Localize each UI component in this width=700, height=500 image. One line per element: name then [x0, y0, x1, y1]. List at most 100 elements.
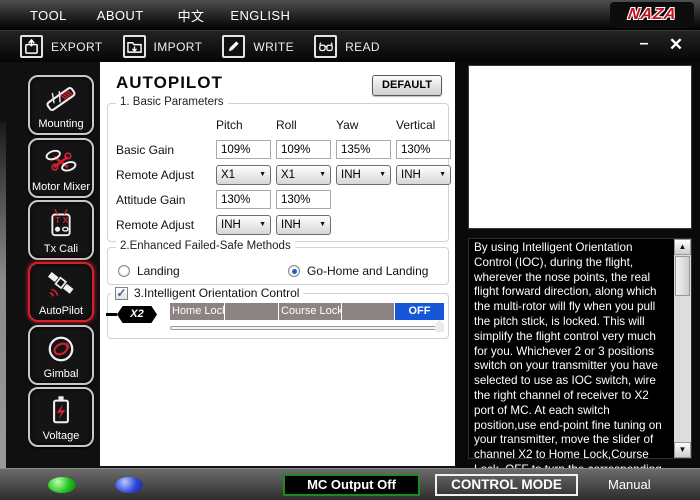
remote-adjust2-label: Remote Adjust	[116, 218, 216, 232]
remote-adjust-roll-select[interactable]: X1▼	[276, 165, 331, 185]
x2-channel-slider[interactable]	[170, 323, 444, 333]
chevron-down-icon: ▼	[379, 171, 386, 178]
autopilot-icon	[30, 267, 92, 305]
chevron-down-icon: ▼	[259, 221, 266, 228]
voltage-icon	[30, 392, 92, 430]
remote-adjust-vertical-select[interactable]: INH▼	[396, 165, 451, 185]
segment-home-lock: Home Lock	[170, 303, 225, 320]
gimbal-icon	[30, 330, 92, 368]
default-button[interactable]: DEFAULT	[372, 75, 442, 96]
autopilot-page: AUTOPILOT DEFAULT 1. Basic Parameters Pi…	[100, 62, 455, 466]
check-icon: ✓	[116, 288, 126, 298]
naza-assistant-window: TOOL ABOUT 中文 ENGLISH NAZA EXPORT IMPORT…	[0, 0, 700, 500]
ioc-checkbox-label: 3.Intelligent Orientation Control	[134, 286, 299, 300]
menu-about[interactable]: ABOUT	[97, 8, 144, 23]
attitude-remote-adjust-roll-select[interactable]: INH▼	[276, 215, 331, 235]
ioc-checkbox[interactable]: ✓	[115, 287, 128, 300]
basic-parameters-group: 1. Basic Parameters Pitch Roll Yaw Verti…	[107, 103, 449, 242]
slider-thumb[interactable]	[435, 320, 444, 332]
basic-gain-yaw-input[interactable]	[336, 140, 391, 159]
menu-english[interactable]: ENGLISH	[230, 8, 290, 23]
x2-line	[106, 313, 117, 316]
basic-gain-roll-input[interactable]	[276, 140, 331, 159]
export-button[interactable]: EXPORT	[20, 35, 103, 58]
scrollbar-thumb[interactable]	[675, 256, 690, 296]
ioc-group: ✓ 3.Intelligent Orientation Control X2 H…	[107, 293, 449, 339]
sidebar-item-motor-mixer[interactable]: Motor Mixer	[28, 138, 94, 198]
attitude-gain-roll-input[interactable]	[276, 190, 331, 209]
export-label: EXPORT	[51, 40, 103, 54]
control-mode-label: CONTROL MODE	[435, 474, 578, 496]
remote-adjust-pitch-select[interactable]: X1▼	[216, 165, 271, 185]
write-label: WRITE	[253, 40, 294, 54]
status-led-blue	[115, 477, 143, 493]
mounting-icon	[30, 80, 92, 118]
x2-badge-label: X2	[117, 306, 157, 323]
read-button[interactable]: READ	[314, 35, 380, 58]
attitude-gain-pitch-input[interactable]	[216, 190, 271, 209]
minimize-button[interactable]: –	[632, 35, 656, 53]
export-icon	[20, 35, 43, 58]
naza-logo: NAZA	[610, 2, 694, 28]
chevron-down-icon: ▼	[319, 171, 326, 178]
status-led-green	[48, 477, 76, 493]
segment-off: OFF	[395, 303, 444, 320]
read-icon	[314, 35, 337, 58]
ioc-segment-bar: Home Lock Course Lock OFF	[170, 303, 444, 320]
write-button[interactable]: WRITE	[222, 35, 294, 58]
import-button[interactable]: IMPORT	[123, 35, 203, 58]
svg-text:T X: T X	[55, 215, 69, 225]
column-header-roll: Roll	[276, 118, 336, 132]
sidebar-item-label: Gimbal	[30, 368, 92, 380]
write-icon	[222, 35, 245, 58]
sidebar: Mounting Motor Mixer T X Tx Cali AutoPil…	[0, 62, 100, 468]
sidebar-item-label: Mounting	[30, 118, 92, 130]
scroll-up-button[interactable]: ▲	[674, 239, 691, 255]
basic-gain-label: Basic Gain	[116, 143, 216, 157]
ioc-description-text: By using Intelligent Orientation Control…	[474, 241, 672, 493]
tx-cali-icon: T X	[30, 205, 92, 243]
sidebar-item-mounting[interactable]: Mounting	[28, 75, 94, 135]
description-scrollbar[interactable]: ▲ ▼	[674, 239, 691, 458]
slider-track	[170, 326, 444, 330]
x2-channel-badge: X2	[106, 306, 157, 323]
segment-blank-2	[342, 303, 395, 320]
basic-parameters-grid: Pitch Roll Yaw Vertical Basic Gain Remot…	[116, 112, 456, 237]
attitude-remote-adjust-pitch-select[interactable]: INH▼	[216, 215, 271, 235]
sidebar-item-voltage[interactable]: Voltage	[28, 387, 94, 447]
sidebar-item-label: AutoPilot	[30, 305, 92, 317]
basic-parameters-legend: 1. Basic Parameters	[116, 96, 228, 108]
menu-chinese[interactable]: 中文	[178, 6, 205, 25]
failsafe-option-go-home[interactable]: Go-Home and Landing	[288, 264, 428, 278]
menu-tool[interactable]: TOOL	[30, 8, 67, 23]
sidebar-item-autopilot[interactable]: AutoPilot	[28, 262, 94, 322]
radio-icon	[118, 265, 130, 277]
segment-course-lock: Course Lock	[279, 303, 342, 320]
read-label: READ	[345, 40, 380, 54]
sidebar-item-label: Tx Cali	[30, 243, 92, 255]
menu-bar: TOOL ABOUT 中文 ENGLISH NAZA	[0, 0, 700, 30]
basic-gain-pitch-input[interactable]	[216, 140, 271, 159]
import-icon	[123, 35, 146, 58]
failsafe-group: 2.Enhanced Failed-Safe Methods Landing G…	[107, 247, 449, 285]
column-header-yaw: Yaw	[336, 118, 396, 132]
close-button[interactable]: ✕	[664, 35, 688, 55]
import-label: IMPORT	[154, 40, 203, 54]
failsafe-legend: 2.Enhanced Failed-Safe Methods	[116, 240, 295, 252]
column-header-vertical: Vertical	[396, 118, 456, 132]
column-header-pitch: Pitch	[216, 118, 276, 132]
failsafe-option-landing[interactable]: Landing	[118, 264, 180, 278]
sidebar-item-label: Voltage	[30, 430, 92, 442]
right-panel: By using Intelligent Orientation Control…	[455, 62, 700, 468]
segment-blank-1	[225, 303, 279, 320]
chevron-down-icon: ▼	[259, 171, 266, 178]
ioc-legend: ✓ 3.Intelligent Orientation Control	[111, 286, 303, 300]
remote-adjust-yaw-select[interactable]: INH▼	[336, 165, 391, 185]
naza-logo-text: NAZA	[627, 6, 678, 24]
motor-mixer-icon	[30, 143, 92, 181]
sidebar-item-gimbal[interactable]: Gimbal	[28, 325, 94, 385]
basic-gain-vertical-input[interactable]	[396, 140, 451, 159]
chevron-down-icon: ▼	[319, 221, 326, 228]
scroll-down-button[interactable]: ▼	[674, 442, 691, 458]
sidebar-item-tx-cali[interactable]: T X Tx Cali	[28, 200, 94, 260]
